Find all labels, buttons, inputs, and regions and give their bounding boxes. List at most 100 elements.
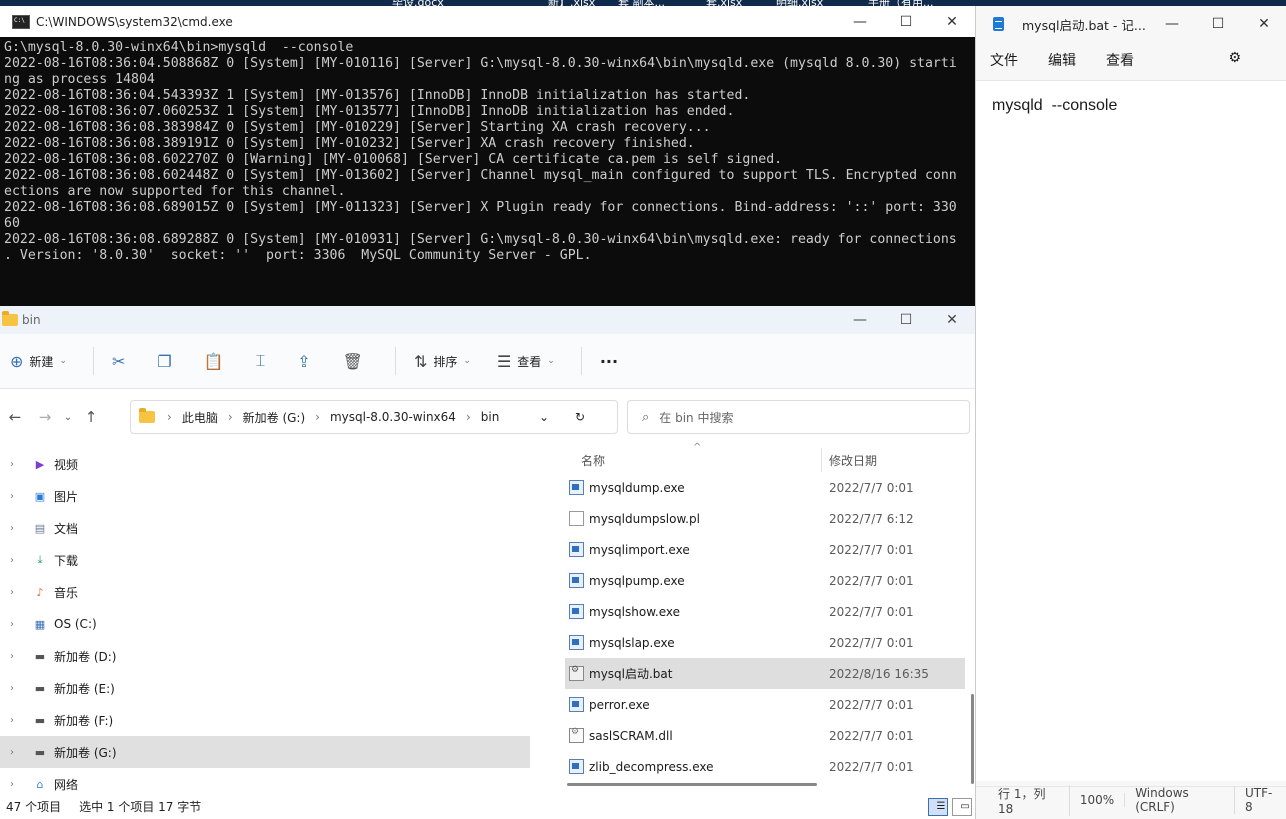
nav-item[interactable]: › ▬ 新加卷 (D:) bbox=[0, 640, 530, 672]
menu-view[interactable]: 查看 bbox=[1106, 50, 1134, 70]
chevron-right-icon[interactable]: › bbox=[10, 587, 26, 598]
notepad-icon bbox=[993, 17, 1004, 31]
nav-item[interactable]: › ⌂ 网络 bbox=[0, 768, 530, 793]
file-date: 2022/7/7 0:01 bbox=[829, 604, 914, 619]
address-history-button[interactable]: ⌄ bbox=[539, 410, 559, 424]
more-button[interactable]: ··· bbox=[600, 352, 618, 371]
new-button[interactable]: ⊕ 新建 ⌄ bbox=[10, 352, 67, 371]
recent-button[interactable]: ⌄ bbox=[60, 412, 76, 423]
gear-icon[interactable]: ⚙ bbox=[1228, 50, 1241, 66]
column-header-date[interactable]: 修改日期 bbox=[829, 452, 877, 469]
cmd-window[interactable]: C:\WINDOWS\system32\cmd.exe — ☐ ✕ G:\mys… bbox=[0, 6, 975, 306]
chevron-right-icon[interactable]: › bbox=[10, 619, 26, 630]
file-row[interactable]: saslSCRAM.dll 2022/7/7 0:01 bbox=[551, 720, 975, 751]
view-button[interactable]: ☰ 查看 ⌄ bbox=[497, 352, 555, 371]
console-line: 2022-08-16T08:36:04.508868Z 0 [System] [… bbox=[4, 56, 957, 71]
file-row[interactable]: mysqlimport.exe 2022/7/7 0:01 bbox=[551, 534, 975, 565]
maximize-button[interactable]: ☐ bbox=[883, 6, 929, 37]
minimize-button[interactable]: — bbox=[837, 6, 883, 37]
file-row[interactable]: zlib_decompress.exe 2022/7/7 0:01 bbox=[551, 751, 975, 782]
nav-item[interactable]: › ▬ 新加卷 (F:) bbox=[0, 704, 530, 736]
file-row[interactable]: mysqlpump.exe 2022/7/7 0:01 bbox=[551, 565, 975, 596]
console-line: . Version: '8.0.30' socket: '' port: 330… bbox=[4, 248, 592, 263]
chevron-right-icon[interactable]: › bbox=[10, 683, 26, 694]
breadcrumb-item[interactable]: 此电脑 bbox=[182, 409, 218, 426]
nav-item[interactable]: › ▣ 图片 bbox=[0, 480, 530, 512]
back-button[interactable]: ← bbox=[0, 408, 30, 426]
close-button[interactable]: ✕ bbox=[929, 306, 975, 334]
chevron-right-icon[interactable]: › bbox=[10, 651, 26, 662]
column-header-name[interactable]: 名称 bbox=[581, 452, 605, 469]
chevron-down-icon: ⌄ bbox=[63, 411, 73, 423]
cursor-position: 行 1，列 18 bbox=[976, 784, 1070, 816]
chevron-right-icon[interactable]: › bbox=[10, 779, 26, 790]
details-view-button[interactable]: ☰ bbox=[928, 798, 948, 816]
nav-item[interactable]: › ▬ 新加卷 (E:) bbox=[0, 672, 530, 704]
menu-file[interactable]: 文件 bbox=[990, 50, 1018, 70]
explorer-window[interactable]: bin — ☐ ✕ ⊕ 新建 ⌄ ✂ ❐ 📋 ⌶ ⇪ 🗑 ⇅ 排序 ⌄ ☰ 查看… bbox=[0, 306, 975, 819]
chevron-right-icon[interactable]: › bbox=[10, 491, 26, 502]
cmd-titlebar[interactable]: C:\WINDOWS\system32\cmd.exe — ☐ ✕ bbox=[0, 6, 975, 37]
breadcrumb-item[interactable]: bin bbox=[481, 410, 500, 424]
file-row[interactable]: mysqlshow.exe 2022/7/7 0:01 bbox=[551, 596, 975, 627]
chevron-right-icon[interactable]: › bbox=[10, 555, 26, 566]
file-row[interactable]: mysqldump.exe 2022/7/7 0:01 bbox=[551, 472, 975, 503]
file-row[interactable]: mysql启动.bat 2022/8/16 16:35 bbox=[565, 658, 965, 689]
nav-item[interactable]: › ⤓ 下载 bbox=[0, 544, 530, 576]
nav-item[interactable]: › ▬ 新加卷 (G:) bbox=[0, 736, 530, 768]
search-input[interactable]: ⌕ 在 bin 中搜索 bbox=[627, 400, 970, 434]
share-button[interactable]: ⇪ bbox=[297, 352, 316, 371]
network-icon: ⌂ bbox=[36, 777, 44, 791]
maximize-button[interactable]: ☐ bbox=[1195, 6, 1241, 42]
notepad-titlebar[interactable]: mysql启动.bat - 记... — ☐ ✕ bbox=[976, 6, 1286, 42]
item-count: 47 个项目 bbox=[6, 800, 62, 814]
nav-item[interactable]: › ▦ OS (C:) bbox=[0, 608, 530, 640]
file-row[interactable]: mysqldumpslow.pl 2022/7/7 6:12 bbox=[551, 503, 975, 534]
sort-button[interactable]: ⇅ 排序 ⌄ bbox=[414, 352, 471, 371]
paste-button[interactable]: 📋 bbox=[204, 352, 230, 371]
refresh-button[interactable]: ↻ bbox=[575, 409, 595, 425]
column-divider[interactable] bbox=[821, 448, 822, 472]
copy-button[interactable]: ❐ bbox=[157, 352, 177, 371]
horizontal-scrollbar[interactable] bbox=[567, 783, 817, 786]
nav-item[interactable]: › ♪ 音乐 bbox=[0, 576, 530, 608]
details-view-icon: ☰ bbox=[936, 801, 946, 812]
up-button[interactable]: ↑ bbox=[76, 408, 106, 426]
nav-item[interactable]: › ▤ 文档 bbox=[0, 512, 530, 544]
notepad-editor[interactable]: mysqld --console bbox=[976, 80, 1286, 781]
tiles-view-button[interactable]: ▭ bbox=[952, 798, 972, 816]
breadcrumb-item[interactable]: 新加卷 (G:) bbox=[243, 409, 306, 426]
notepad-window[interactable]: mysql启动.bat - 记... — ☐ ✕ 文件 编辑 查看 ⚙ mysq… bbox=[975, 6, 1286, 819]
minimize-button[interactable]: — bbox=[1149, 6, 1195, 42]
chevron-right-icon[interactable]: › bbox=[10, 459, 26, 470]
minimize-button[interactable]: — bbox=[837, 306, 883, 334]
cut-button[interactable]: ✂ bbox=[112, 352, 131, 371]
forward-button[interactable]: → bbox=[30, 408, 60, 426]
rename-button[interactable]: ⌶ bbox=[256, 351, 272, 371]
vertical-scrollbar[interactable] bbox=[971, 694, 974, 784]
delete-button[interactable]: 🗑 bbox=[343, 352, 369, 371]
chevron-right-icon[interactable]: › bbox=[10, 747, 26, 758]
folder-icon bbox=[139, 408, 155, 423]
nav-item[interactable]: › ▶ 视频 bbox=[0, 448, 530, 480]
cmd-console-output[interactable]: G:\mysql-8.0.30-winx64\bin>mysqld --cons… bbox=[0, 37, 975, 305]
tiles-view-icon: ▭ bbox=[960, 801, 970, 812]
music-icon: ♪ bbox=[36, 585, 44, 599]
maximize-button[interactable]: ☐ bbox=[883, 306, 929, 334]
close-button[interactable]: ✕ bbox=[1241, 6, 1286, 42]
menu-edit[interactable]: 编辑 bbox=[1048, 50, 1076, 70]
notepad-content[interactable]: mysqld --console bbox=[992, 97, 1117, 115]
close-button[interactable]: ✕ bbox=[929, 6, 975, 37]
explorer-titlebar[interactable]: bin — ☐ ✕ bbox=[0, 306, 975, 334]
file-list[interactable]: ^ 名称 修改日期 mysqldump.exe 2022/7/7 0:01 mysq… bbox=[551, 442, 975, 793]
file-name: mysqldump.exe bbox=[589, 480, 685, 495]
share-icon: ⇪ bbox=[297, 351, 311, 371]
explorer-statusbar: 47 个项目 选中 1 个项目 17 字节 ☰ ▭ bbox=[0, 794, 975, 819]
breadcrumb-item[interactable]: mysql-8.0.30-winx64 bbox=[330, 410, 456, 424]
file-row[interactable]: perror.exe 2022/7/7 0:01 bbox=[551, 689, 975, 720]
address-bar[interactable]: › 此电脑 › 新加卷 (G:) › mysql-8.0.30-winx64 ›… bbox=[130, 400, 618, 434]
file-row[interactable]: mysqlslap.exe 2022/7/7 0:01 bbox=[551, 627, 975, 658]
chevron-right-icon[interactable]: › bbox=[10, 715, 26, 726]
chevron-right-icon[interactable]: › bbox=[10, 523, 26, 534]
navigation-pane[interactable]: › ▶ 视频 › ▣ 图片 › ▤ 文档 › ⤓ 下载 › ♪ 音乐 › ▦ OS (C:) › ▬ 新加卷 (D:) ›… bbox=[0, 448, 530, 793]
